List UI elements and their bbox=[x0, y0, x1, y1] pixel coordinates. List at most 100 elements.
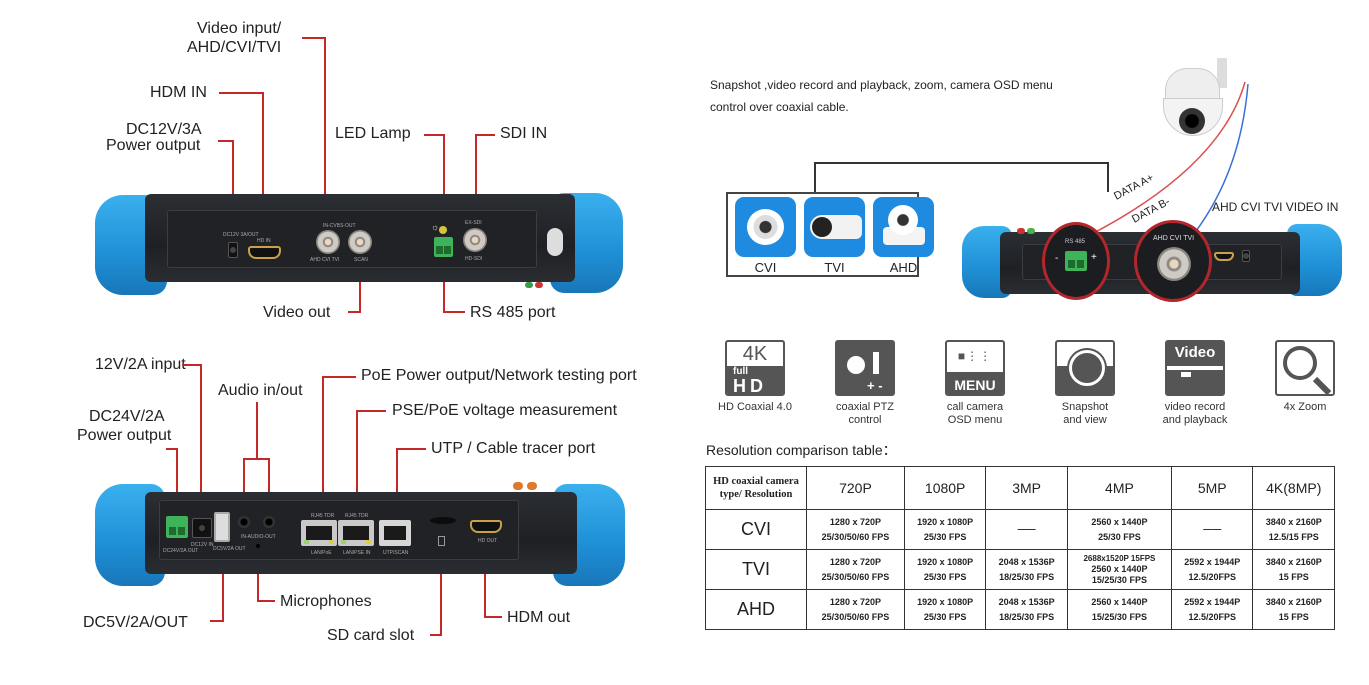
red-button[interactable] bbox=[1017, 228, 1025, 234]
column-header: 4K(8MP) bbox=[1252, 466, 1335, 510]
bullet-lens bbox=[812, 217, 832, 237]
brand-logo bbox=[547, 228, 563, 256]
table-corner-header: HD coaxial camera type/ Resolution bbox=[705, 466, 807, 510]
green-button[interactable] bbox=[1027, 228, 1035, 234]
ahd-camera-tile bbox=[873, 197, 934, 257]
row-header: AHD bbox=[705, 589, 807, 630]
dc12v-input-port[interactable] bbox=[192, 518, 212, 538]
table-cell: 2048 x 1536P 18/25/30 FPS bbox=[985, 549, 1068, 590]
audio-out-jack[interactable] bbox=[263, 516, 275, 528]
table-row: TVI 1280 x 720P 25/30/50/60 FPS 1920 x 1080… bbox=[705, 549, 1335, 590]
feature-label: call camera OSD menu bbox=[920, 401, 1030, 427]
bnc-video-out[interactable] bbox=[348, 230, 372, 254]
4k-full-hd-icon: 4K full HD bbox=[725, 340, 785, 396]
cell-line-1: 3840 x 2160P bbox=[1265, 596, 1322, 607]
cvi-camera-tile bbox=[735, 197, 796, 257]
cell-line-1: —— bbox=[1203, 524, 1222, 534]
hdmi-in-port[interactable] bbox=[248, 246, 281, 259]
callout-sd-card: SD card slot bbox=[327, 627, 415, 644]
tester-side-view: RS 485 - + AHD CVI TVI bbox=[962, 220, 1342, 302]
callout-dc24v: DC24V/2A bbox=[89, 408, 165, 425]
rj45-pse-port[interactable] bbox=[338, 520, 374, 546]
callout-dc24v-power: Power output bbox=[77, 427, 172, 444]
cell-line-1: 2592 x 1944P bbox=[1184, 556, 1241, 567]
dc12v-output-port[interactable] bbox=[228, 242, 238, 258]
description-line-1: Snapshot ,video record and playback, zoo… bbox=[710, 78, 1053, 92]
label-dc5v: DC5V/2A OUT bbox=[213, 546, 246, 552]
camera-type-box: CVI TVI AHD bbox=[726, 192, 934, 277]
table-cell: 2592 x 1944P 12.5/20FPS bbox=[1170, 589, 1254, 630]
cvi-label: CVI bbox=[754, 260, 777, 275]
cell-line-1: 1280 x 720P bbox=[829, 556, 881, 567]
sd-card-slot[interactable] bbox=[430, 517, 456, 524]
cell-line-2: 15/25/30 FPS bbox=[1091, 574, 1147, 585]
lens-circle bbox=[1069, 350, 1105, 386]
table-cell: 1920 x 1080P 25/30 FPS bbox=[903, 589, 987, 630]
label-ex-sdi: EX-SDI bbox=[465, 220, 482, 226]
label-hd-in: HD IN bbox=[257, 238, 271, 244]
rj45-poe-port[interactable] bbox=[301, 520, 337, 546]
hdmi-in-port[interactable] bbox=[1214, 252, 1234, 261]
tester-top-view: DC12V 3A/OUT HD IN IN-CVBS-OUT AHD CVI T… bbox=[95, 190, 625, 300]
cell-line-0: 2688x1520P 15FPS bbox=[1083, 553, 1156, 563]
cell-line-2: 12.5/20FPS bbox=[1188, 571, 1236, 582]
corner-line1: HD coaxial camera bbox=[713, 476, 799, 487]
dc24v-terminal[interactable] bbox=[166, 516, 188, 538]
table-row: AHD 1280 x 720P 25/30/50/60 FPS 1920 x 1080… bbox=[705, 589, 1335, 630]
cell-line-1: 2048 x 1536P bbox=[998, 596, 1055, 607]
label-cvbs: IN-CVBS-OUT bbox=[323, 223, 356, 229]
cell-line-2: 25/30/50/60 FPS bbox=[821, 531, 890, 542]
green-button[interactable] bbox=[525, 282, 533, 288]
cell-line-1: 2560 x 1440P bbox=[1091, 516, 1148, 527]
ahd-cvi-tvi-port-label: AHD CVI TVI bbox=[1153, 235, 1195, 242]
callout-poe-output: PoE Power output/Network testing port bbox=[361, 367, 637, 384]
usb-port[interactable] bbox=[214, 512, 230, 542]
feature-ptz-control: + - coaxial PTZ control bbox=[810, 340, 920, 427]
rs485-terminal[interactable] bbox=[434, 237, 453, 257]
table-cell: 3840 x 2160P 15 FPS bbox=[1252, 549, 1335, 590]
orange-button[interactable] bbox=[527, 482, 537, 490]
row-header: CVI bbox=[705, 509, 807, 550]
audio-in-jack[interactable] bbox=[238, 516, 250, 528]
label-scan: SCAN bbox=[354, 257, 368, 263]
table-cell: 2592 x 1944P 12.5/20FPS bbox=[1170, 549, 1254, 590]
cell-line-1: 2592 x 1944P bbox=[1184, 596, 1241, 607]
dc-port[interactable] bbox=[1242, 250, 1250, 262]
table-row: CVI 1280 x 720P 25/30/50/60 FPS 1920 x 1080… bbox=[705, 509, 1335, 550]
rj45-utp-port[interactable] bbox=[379, 520, 411, 546]
red-button[interactable] bbox=[535, 282, 543, 288]
orange-button[interactable] bbox=[513, 482, 523, 490]
camera-snapshot-icon bbox=[1055, 340, 1115, 396]
feature-label-line1: video record bbox=[1164, 401, 1226, 413]
rs485-terminal[interactable] bbox=[1065, 251, 1087, 271]
ptz-joystick-icon: + - bbox=[835, 340, 895, 396]
label-lan-pse: LAN/PSE IN bbox=[343, 550, 371, 556]
cell-line-1: 1920 x 1080P bbox=[917, 556, 974, 567]
bnc-sdi-in[interactable] bbox=[463, 228, 487, 252]
description-line-2: control over coaxial cable. bbox=[710, 100, 849, 114]
cell-line-1: 1920 x 1080P bbox=[917, 516, 974, 527]
callout-rs485: RS 485 port bbox=[470, 304, 556, 321]
ahd-label: AHD bbox=[889, 260, 918, 275]
menu-text: MENU bbox=[947, 372, 1003, 394]
bnc-video-input[interactable] bbox=[316, 230, 340, 254]
cell-line-1: 1920 x 1080P bbox=[917, 596, 974, 607]
cell-line-1: —— bbox=[1017, 524, 1036, 534]
lightbulb-icon: ☼ bbox=[431, 222, 440, 232]
column-header: 4MP bbox=[1066, 466, 1173, 510]
bnc-video-in[interactable] bbox=[1157, 247, 1191, 281]
led-lamp bbox=[439, 226, 447, 234]
table-cell: 3840 x 2160P 15 FPS bbox=[1252, 589, 1335, 630]
cell-line-2: 12.5/15 FPS bbox=[1268, 531, 1319, 542]
cell-line-1: 2560 x 1440P bbox=[1091, 596, 1148, 607]
data-red-wire bbox=[1079, 81, 1246, 241]
hdmi-out-port[interactable] bbox=[470, 520, 502, 533]
feature-label-line2: control bbox=[848, 414, 882, 426]
label-rj45-a: RJ45 TDR bbox=[311, 513, 335, 519]
cell-line-1: 2048 x 1536P bbox=[998, 556, 1055, 567]
turret-camera-icon bbox=[888, 205, 918, 235]
table-cell: 2048 x 1536P 18/25/30 FPS bbox=[985, 589, 1068, 630]
feature-osd-menu: ■⋮⋮ MENU call camera OSD menu bbox=[920, 340, 1030, 427]
cell-line-1: 1280 x 720P bbox=[829, 596, 881, 607]
callout-microphones: Microphones bbox=[280, 593, 372, 610]
